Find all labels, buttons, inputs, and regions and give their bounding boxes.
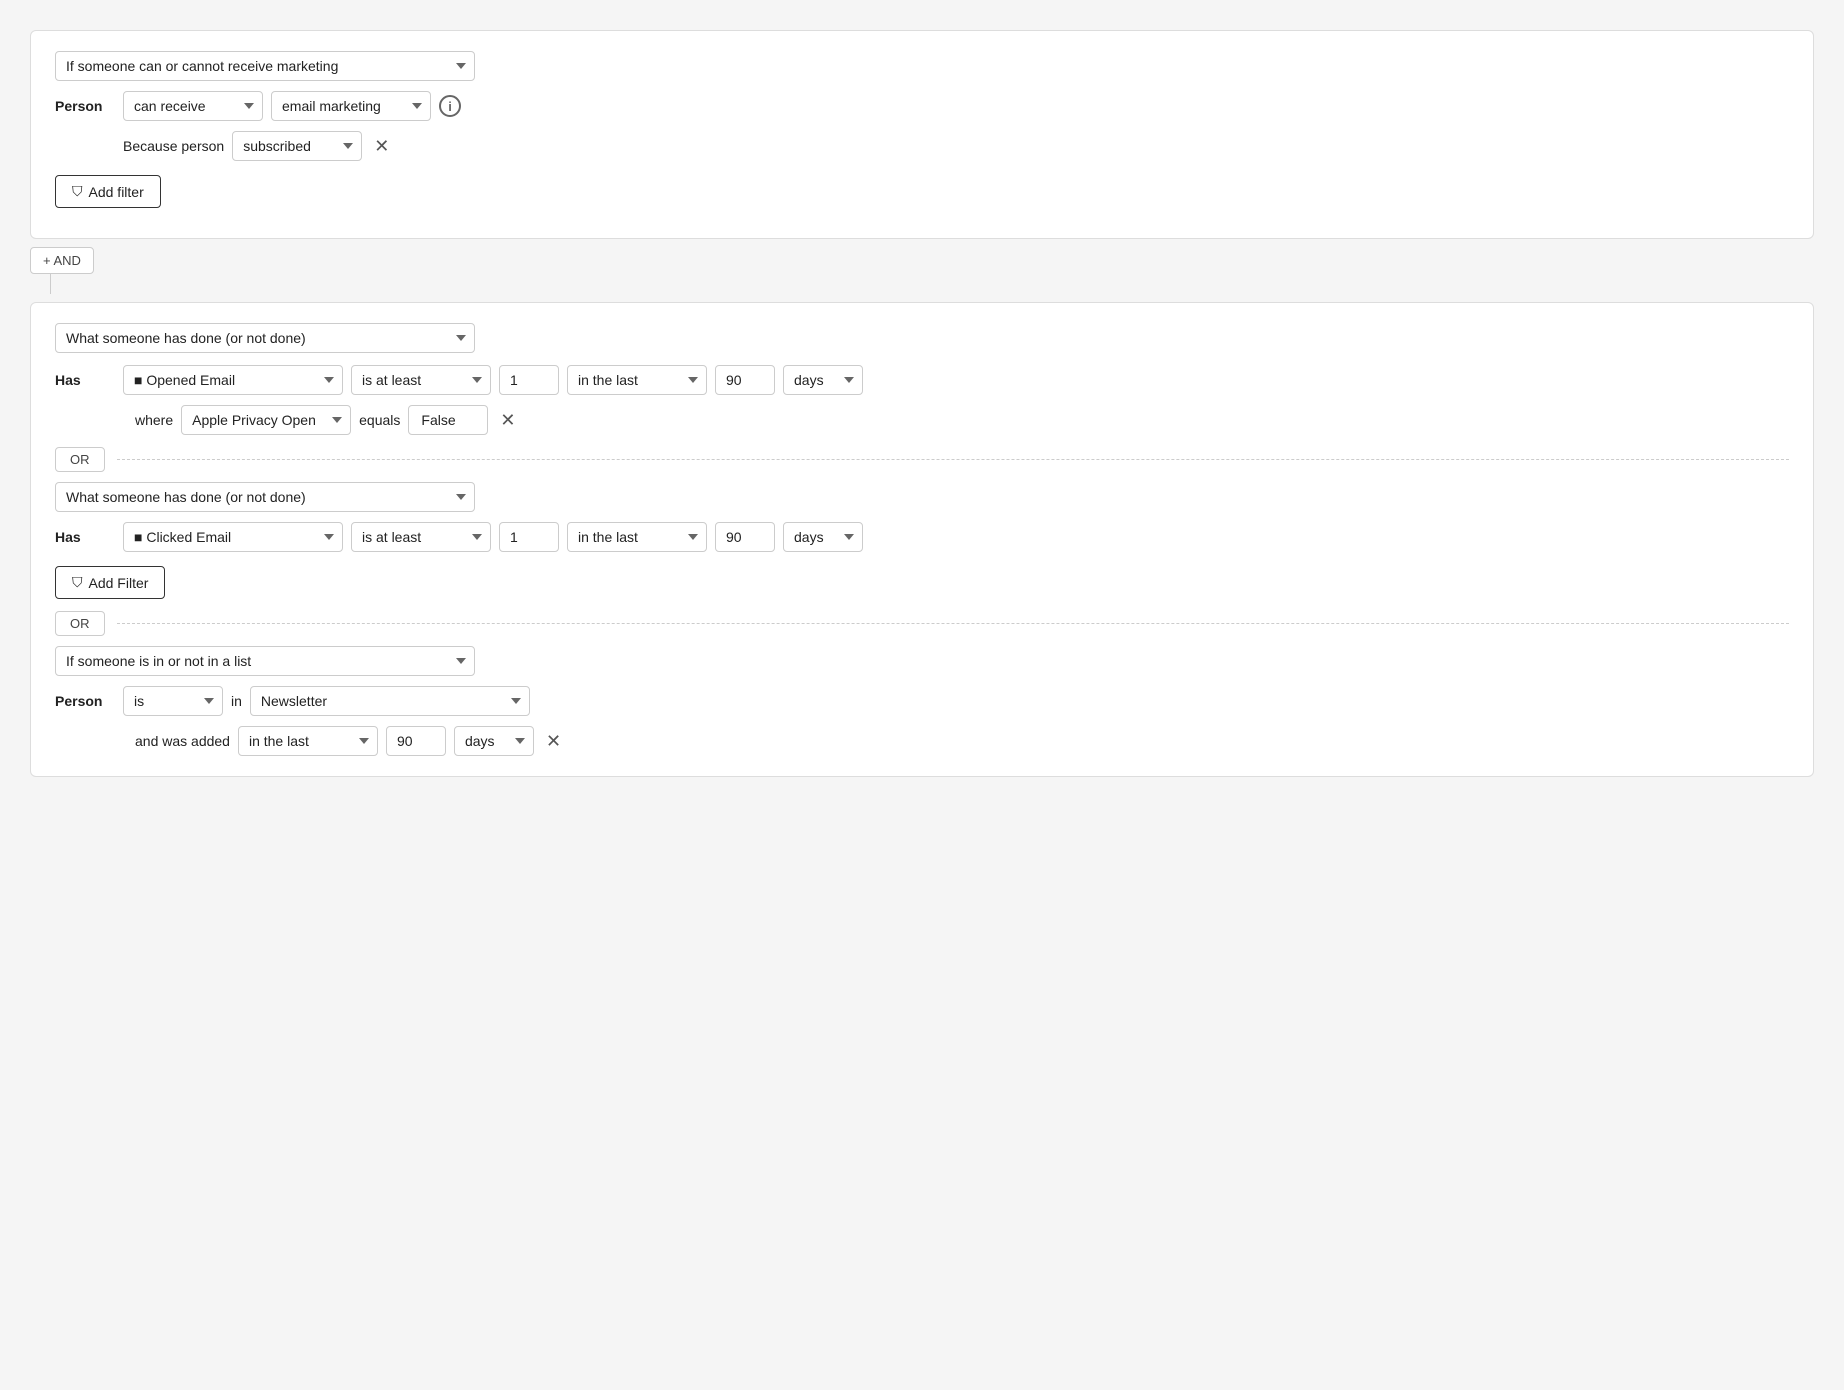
days-select-1[interactable]: days [783,365,863,395]
add-filter-btn-1[interactable]: ⛉ Add filter [55,175,161,208]
in-the-last-select-2[interactable]: in the last [567,522,707,552]
count-input-1[interactable] [499,365,559,395]
clicked-email-select[interactable]: ■ Clicked Email [123,522,343,552]
newsletter-select[interactable]: Newsletter [250,686,530,716]
in-label: in [231,693,242,709]
and-button[interactable]: + AND [30,247,94,274]
main-condition-select-4[interactable]: If someone is in or not in a list [55,646,475,676]
in-the-last-select-3[interactable]: in the last [238,726,378,756]
filter-icon-1: ⛉ [72,183,83,200]
and-line [50,274,51,294]
where-row: where Apple Privacy Open equals False ✕ [135,405,1789,435]
opened-email-select[interactable]: ■ Opened Email [123,365,343,395]
main-condition-select-2[interactable]: What someone has done (or not done) [55,323,475,353]
has-label-2: Has [55,529,115,545]
add-filter-btn-2[interactable]: ⛉ Add Filter [55,566,165,599]
list-condition-sub-block: If someone is in or not in a list Person… [55,646,1789,756]
subscribed-select[interactable]: subscribed [232,131,362,161]
clicked-email-sub-block: What someone has done (or not done) Has … [55,482,1789,599]
days-count-input-3[interactable] [386,726,446,756]
where-label: where [135,412,173,428]
in-the-last-select-1[interactable]: in the last [567,365,707,395]
opened-email-condition-block: What someone has done (or not done) Has … [30,302,1814,777]
because-person-label: Because person [123,138,224,154]
or-button-2[interactable]: OR [55,611,105,636]
count-input-2[interactable] [499,522,559,552]
info-icon[interactable]: i [439,95,461,117]
and-was-added-label: and was added [135,733,230,749]
add-filter-label-1: Add filter [89,184,144,200]
or-button-1[interactable]: OR [55,447,105,472]
email-marketing-select[interactable]: email marketing [271,91,431,121]
main-condition-select-3[interactable]: What someone has done (or not done) [55,482,475,512]
can-receive-select[interactable]: can receive [123,91,263,121]
is-select[interactable]: is [123,686,223,716]
and-was-added-row: and was added in the last days ✕ [135,726,1789,756]
remove-false-btn[interactable]: ✕ [496,411,519,429]
remove-subscribed-btn[interactable]: ✕ [370,137,393,155]
apple-privacy-select[interactable]: Apple Privacy Open [181,405,351,435]
is-at-least-select-1[interactable]: is at least [351,365,491,395]
equals-label: equals [359,412,400,428]
remove-list-condition-btn[interactable]: ✕ [542,732,565,750]
is-at-least-select-2[interactable]: is at least [351,522,491,552]
marketing-condition-block: If someone can or cannot receive marketi… [30,30,1814,239]
false-value: False [408,405,488,435]
has-label-1: Has [55,372,115,388]
filter-icon-2: ⛉ [72,574,83,591]
add-filter-label-2: Add Filter [89,575,149,591]
main-condition-select-1[interactable]: If someone can or cannot receive marketi… [55,51,475,81]
days-count-input-2[interactable] [715,522,775,552]
and-connector: + AND [30,247,1814,294]
days-select-2[interactable]: days [783,522,863,552]
person-label-2: Person [55,693,115,709]
or-dashed-line-2 [117,623,1790,624]
or-row-2: OR [55,611,1789,636]
or-dashed-line-1 [117,459,1790,460]
person-label-1: Person [55,98,115,114]
or-row-1: OR [55,447,1789,472]
days-count-input-1[interactable] [715,365,775,395]
days-select-3[interactable]: days [454,726,534,756]
